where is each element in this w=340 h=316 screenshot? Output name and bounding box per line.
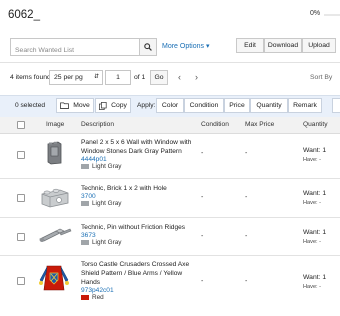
have-quantity: Have: - <box>303 284 322 290</box>
color-swatch <box>81 240 89 245</box>
table-row: Technic, Pin without Friction Ridges 367… <box>0 218 340 256</box>
apply-remark-button[interactable]: Remark <box>288 98 322 113</box>
select-all-checkbox[interactable] <box>17 121 25 129</box>
page-number-input[interactable]: 1 <box>105 70 131 85</box>
part-id-link[interactable]: 3700 <box>81 193 201 200</box>
max-price-value[interactable]: - <box>245 194 247 201</box>
page-title: 6062_ <box>8 9 40 21</box>
part-image-technic-brick <box>41 188 69 208</box>
sort-by-label[interactable]: Sort By <box>310 74 332 81</box>
want-quantity[interactable]: Want: 1 <box>303 274 326 281</box>
max-price-value[interactable]: - <box>245 150 247 157</box>
apply-label: Apply: <box>137 102 156 109</box>
download-button[interactable]: Download <box>264 38 302 53</box>
condition-value[interactable]: - <box>201 278 203 285</box>
per-page-select[interactable]: 25 per pg ⇵ <box>49 70 103 85</box>
column-header-quantity[interactable]: Quantity <box>303 121 328 128</box>
part-id-link[interactable]: 3673 <box>81 232 201 239</box>
move-button[interactable]: Move <box>56 98 94 113</box>
row-checkbox[interactable] <box>17 151 25 159</box>
column-header-condition[interactable]: Condition <box>201 121 229 128</box>
copy-label: Copy <box>111 102 127 109</box>
folder-icon <box>60 102 70 109</box>
condition-value[interactable]: - <box>201 194 203 201</box>
part-id-link[interactable]: 4444p01 <box>81 156 201 163</box>
selected-count: 0 selected <box>15 102 46 109</box>
column-header-description[interactable]: Description <box>81 121 114 128</box>
item-count: 4 items found <box>10 74 51 81</box>
color-name: Light Gray <box>92 200 122 207</box>
row-checkbox[interactable] <box>17 277 25 285</box>
part-description: Torso Castle Crusaders Crossed Axe <box>81 261 190 268</box>
part-description: Panel 2 x 5 x 6 Wall with Window with <box>81 139 192 146</box>
part-image-technic-pin <box>39 228 72 242</box>
have-quantity: Have: - <box>303 239 322 245</box>
search-box <box>10 38 157 58</box>
search-icon <box>144 43 152 51</box>
description-cell: Technic, Brick 1 x 2 with Hole 3700 Ligh… <box>81 184 201 207</box>
part-description-line-2: Shield Pattern / Blue Arms / Yellow <box>81 270 183 277</box>
apply-price-button[interactable]: Price <box>224 98 250 113</box>
color-swatch <box>81 295 89 300</box>
apply-color-button[interactable]: Color <box>156 98 184 113</box>
copy-button[interactable]: Copy <box>95 98 131 113</box>
more-options-label: More Options <box>162 43 205 50</box>
upload-button[interactable]: Upload <box>302 38 336 53</box>
part-description-line-3: Hands <box>81 279 101 286</box>
table-row: Torso Castle Crusaders Crossed Axe Shiel… <box>0 256 340 316</box>
previous-page-icon[interactable]: ‹ <box>178 72 181 82</box>
apply-condition-button[interactable]: Condition <box>184 98 224 113</box>
edit-button[interactable]: Edit <box>236 38 264 53</box>
color-name: Red <box>92 294 104 301</box>
part-description: Technic, Pin without Friction Ridges <box>81 224 186 231</box>
row-checkbox[interactable] <box>17 233 25 241</box>
column-header-max-price[interactable]: Max Price <box>245 121 274 128</box>
part-description: Technic, Brick 1 x 2 with Hole <box>81 185 167 192</box>
want-quantity[interactable]: Want: 1 <box>303 229 326 236</box>
have-quantity: Have: - <box>303 157 322 163</box>
more-options-link[interactable]: More Options ▾ <box>162 42 210 50</box>
color-label: Light Gray <box>81 239 201 246</box>
overflow-button[interactable] <box>332 98 340 113</box>
color-label: Red <box>81 294 201 301</box>
description-cell: Technic, Pin without Friction Ridges 367… <box>81 223 201 246</box>
progress-text: 0% <box>310 10 321 17</box>
part-description-line-2: Window Stones Dark Gray Pattern <box>81 148 182 155</box>
select-arrows-icon: ⇵ <box>93 74 99 80</box>
page-total: of 1 <box>134 74 146 81</box>
max-price-value[interactable]: - <box>245 278 247 285</box>
chevron-down-icon: ▾ <box>205 43 210 50</box>
description-cell: Torso Castle Crusaders Crossed Axe Shiel… <box>81 260 201 301</box>
go-button[interactable]: Go <box>150 70 168 85</box>
color-label: Light Gray <box>81 163 201 170</box>
row-checkbox[interactable] <box>17 194 25 202</box>
part-id-link[interactable]: 973p42c01 <box>81 287 201 294</box>
table-row: Panel 2 x 5 x 6 Wall with Window with Wi… <box>0 133 340 179</box>
search-input[interactable] <box>11 43 135 58</box>
color-name: Light Gray <box>92 239 122 246</box>
color-swatch <box>81 201 89 206</box>
copy-icon <box>99 101 107 110</box>
progress-bar <box>324 14 340 16</box>
want-quantity[interactable]: Want: 1 <box>303 190 326 197</box>
max-price-value[interactable]: - <box>245 233 247 240</box>
move-label: Move <box>73 102 90 109</box>
apply-quantity-button[interactable]: Quantity <box>250 98 288 113</box>
description-cell: Panel 2 x 5 x 6 Wall with Window with Wi… <box>81 138 201 170</box>
have-quantity: Have: - <box>303 200 322 206</box>
part-image-panel-wall <box>47 141 62 165</box>
table-row: Technic, Brick 1 x 2 with Hole 3700 Ligh… <box>0 179 340 218</box>
want-quantity[interactable]: Want: 1 <box>303 147 326 154</box>
search-button[interactable] <box>139 39 156 55</box>
column-header-image: Image <box>46 121 65 128</box>
next-page-icon[interactable]: › <box>195 72 198 82</box>
color-name: Light Gray <box>92 163 122 170</box>
color-swatch <box>81 164 89 169</box>
part-image-torso <box>39 265 69 291</box>
condition-value[interactable]: - <box>201 233 203 240</box>
color-label: Light Gray <box>81 200 201 207</box>
condition-value[interactable]: - <box>201 150 203 157</box>
per-page-value: 25 per pg <box>54 74 83 81</box>
